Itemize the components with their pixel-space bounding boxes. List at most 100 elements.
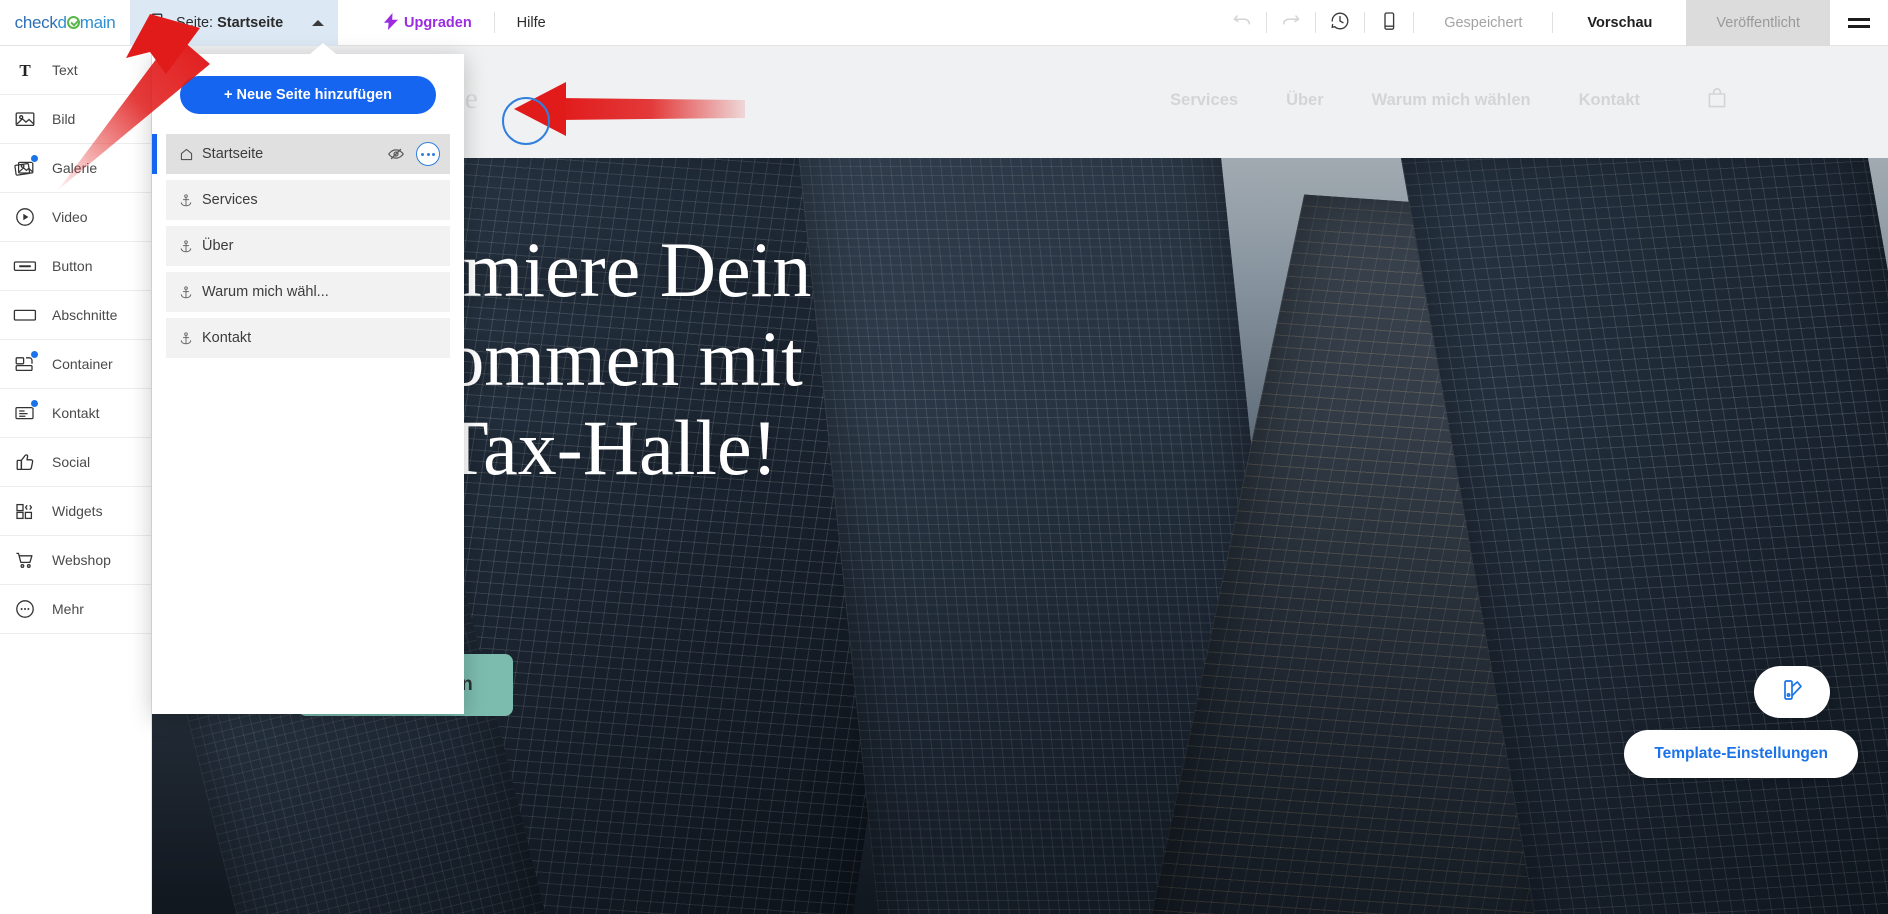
page-row-services[interactable]: Services <box>166 180 450 220</box>
badge-new-container <box>30 350 39 359</box>
thumbs-up-icon <box>12 449 38 475</box>
sidebar-item-widgets[interactable]: Widgets <box>0 487 151 536</box>
sidebar-item-button[interactable]: Button <box>0 242 151 291</box>
mobile-preview-button[interactable] <box>1365 0 1413 46</box>
sidebar-label-webshop: Webshop <box>52 552 111 568</box>
pages-dropdown-panel: + Neue Seite hinzufügen Startseite Servi… <box>152 43 464 714</box>
burger-bar-2 <box>1848 25 1870 28</box>
redo-icon <box>1280 10 1302 37</box>
page-row-label-ueber: Über <box>202 238 234 254</box>
anchor-icon <box>178 284 194 300</box>
page-selector-tab[interactable]: Seite: Startseite <box>130 0 338 46</box>
brand-logo-text: check d main <box>15 13 116 33</box>
sidebar-item-bild[interactable]: Bild <box>0 95 151 144</box>
element-sidebar: T Text Bild Galerie Video Button Abschni… <box>0 46 152 914</box>
mobile-device-icon <box>1377 9 1401 38</box>
more-dot-1 <box>421 152 424 156</box>
clock-history-icon <box>1328 9 1352 38</box>
page-row-label-kontakt: Kontakt <box>202 330 252 346</box>
sidebar-item-mehr[interactable]: Mehr <box>0 585 151 634</box>
sidebar-label-mehr: Mehr <box>52 601 84 617</box>
redo-button[interactable] <box>1267 0 1315 46</box>
widgets-icon <box>12 498 38 524</box>
page-row-warum-mich-waehlen[interactable]: Warum mich wähl... <box>166 272 450 312</box>
undo-icon <box>1231 10 1253 37</box>
app-root: check d main Seite: Startseite Upgraden Hi… <box>0 0 1888 914</box>
sidebar-label-social: Social <box>52 454 91 470</box>
brand-part-1: check <box>14 13 58 32</box>
hamburger-menu-icon[interactable] <box>1830 0 1888 46</box>
badge-new-kontakt <box>30 399 39 408</box>
page-row-ueber[interactable]: Über <box>166 226 450 266</box>
sidebar-item-galerie[interactable]: Galerie <box>0 144 151 193</box>
sidebar-label-text: Text <box>52 62 78 78</box>
home-icon <box>178 146 194 162</box>
sidebar-label-kontakt: Kontakt <box>52 405 100 421</box>
pages-icon <box>146 11 166 36</box>
page-row-label-startseite: Startseite <box>202 146 264 162</box>
checkdomain-logo[interactable]: check d main <box>0 0 130 46</box>
gallery-icon <box>12 154 39 181</box>
eye-off-icon[interactable] <box>386 144 406 164</box>
more-horizontal-icon[interactable] <box>416 142 440 166</box>
history-button[interactable] <box>1316 0 1364 46</box>
more-circle-icon <box>12 596 38 622</box>
page-selector-label: Seite: Startseite <box>176 15 284 31</box>
page-row-kontakt[interactable]: Kontakt <box>166 318 450 358</box>
sidebar-label-button: Button <box>52 258 93 274</box>
undo-button[interactable] <box>1218 0 1266 46</box>
badge-new-galerie <box>30 154 39 163</box>
sidebar-item-abschnitte[interactable]: Abschnitte <box>0 291 151 340</box>
contact-form-icon <box>12 399 39 426</box>
sidebar-item-container[interactable]: Container <box>0 340 151 389</box>
text-icon: T <box>12 57 38 83</box>
brand-part-3: main <box>79 13 116 32</box>
sidebar-item-social[interactable]: Social <box>0 438 151 487</box>
upgrade-label: Upgraden <box>404 15 472 31</box>
bolt-icon <box>384 12 398 34</box>
page-row-startseite[interactable]: Startseite <box>152 134 450 174</box>
sidebar-label-video: Video <box>52 209 88 225</box>
add-new-page-button[interactable]: + Neue Seite hinzufügen <box>180 76 436 114</box>
sidebar-label-abschnitte: Abschnitte <box>52 307 118 323</box>
sidebar-item-kontakt[interactable]: Kontakt <box>0 389 151 438</box>
page-row-actions <box>386 142 440 166</box>
more-dot-2 <box>426 152 430 156</box>
button-icon <box>12 253 38 279</box>
save-status: Gespeichert <box>1444 15 1523 31</box>
design-palette-icon <box>1778 676 1806 709</box>
shopping-cart-icon <box>12 547 38 573</box>
design-panel-button[interactable] <box>1754 666 1830 718</box>
template-settings-button[interactable]: Template-Einstellungen <box>1624 730 1858 778</box>
upgrade-button[interactable]: Upgraden <box>362 0 494 46</box>
sidebar-item-webshop[interactable]: Webshop <box>0 536 151 585</box>
section-icon <box>12 302 38 328</box>
top-toolbar: check d main Seite: Startseite Upgraden Hi… <box>0 0 1888 46</box>
sidebar-label-container: Container <box>52 356 113 372</box>
svg-text:T: T <box>19 61 31 80</box>
image-icon <box>12 106 38 132</box>
page-row-label-services: Services <box>202 192 258 208</box>
sidebar-label-galerie: Galerie <box>52 160 98 176</box>
sidebar-item-video[interactable]: Video <box>0 193 151 242</box>
publish-button[interactable]: Veröffentlicht <box>1686 0 1830 46</box>
anchor-icon <box>178 192 194 208</box>
burger-bar-1 <box>1848 18 1870 21</box>
pages-list: Startseite Services Über Warum mich wähl… <box>152 134 464 358</box>
container-icon <box>12 350 39 377</box>
chevron-up-icon <box>312 20 324 26</box>
more-dot-3 <box>432 152 435 156</box>
anchor-icon <box>178 330 194 346</box>
video-icon <box>12 204 38 230</box>
help-button[interactable]: Hilfe <box>495 0 568 46</box>
sidebar-item-text[interactable]: T Text <box>0 46 151 95</box>
anchor-icon <box>178 238 194 254</box>
help-label: Hilfe <box>516 15 546 31</box>
sidebar-label-widgets: Widgets <box>52 503 103 519</box>
brand-part-2: d <box>57 13 67 32</box>
preview-button[interactable]: Vorschau <box>1553 0 1686 46</box>
check-circle-icon <box>66 16 80 29</box>
page-row-label-warum-mich-waehlen: Warum mich wähl... <box>202 284 329 300</box>
sidebar-label-bild: Bild <box>52 111 76 127</box>
